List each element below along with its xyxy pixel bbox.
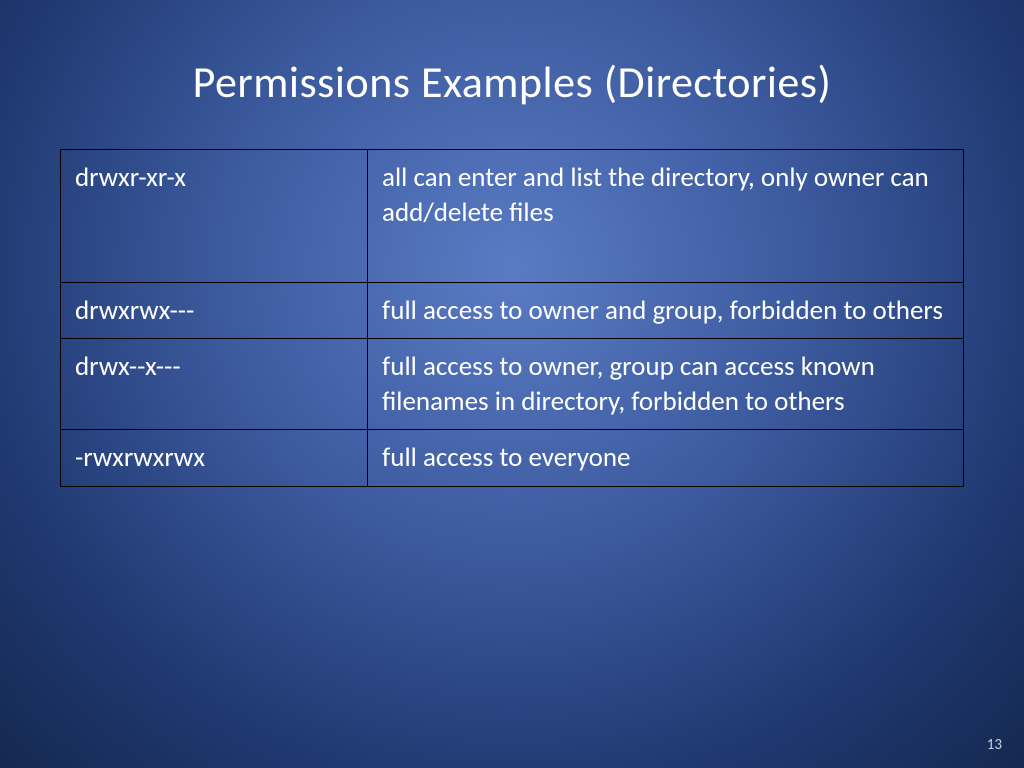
- description-cell: full access to everyone: [368, 430, 964, 486]
- description-cell: full access to owner and group, forbidde…: [368, 283, 964, 339]
- table-row: drwx--x--- full access to owner, group c…: [61, 339, 964, 430]
- permission-cell: -rwxrwxrwx: [61, 430, 368, 486]
- description-cell: full access to owner, group can access k…: [368, 339, 964, 430]
- table-row: drwxr-xr-x all can enter and list the di…: [61, 150, 964, 283]
- table-row: drwxrwx--- full access to owner and grou…: [61, 283, 964, 339]
- permission-cell: drwx--x---: [61, 339, 368, 430]
- permissions-table-container: drwxr-xr-x all can enter and list the di…: [60, 149, 964, 487]
- page-number: 13: [987, 736, 1002, 754]
- permission-cell: drwxrwx---: [61, 283, 368, 339]
- permission-cell: drwxr-xr-x: [61, 150, 368, 283]
- table-row: -rwxrwxrwx full access to everyone: [61, 430, 964, 486]
- permissions-table: drwxr-xr-x all can enter and list the di…: [60, 149, 964, 487]
- description-cell: all can enter and list the directory, on…: [368, 150, 964, 283]
- slide-title: Permissions Examples (Directories): [0, 0, 1024, 149]
